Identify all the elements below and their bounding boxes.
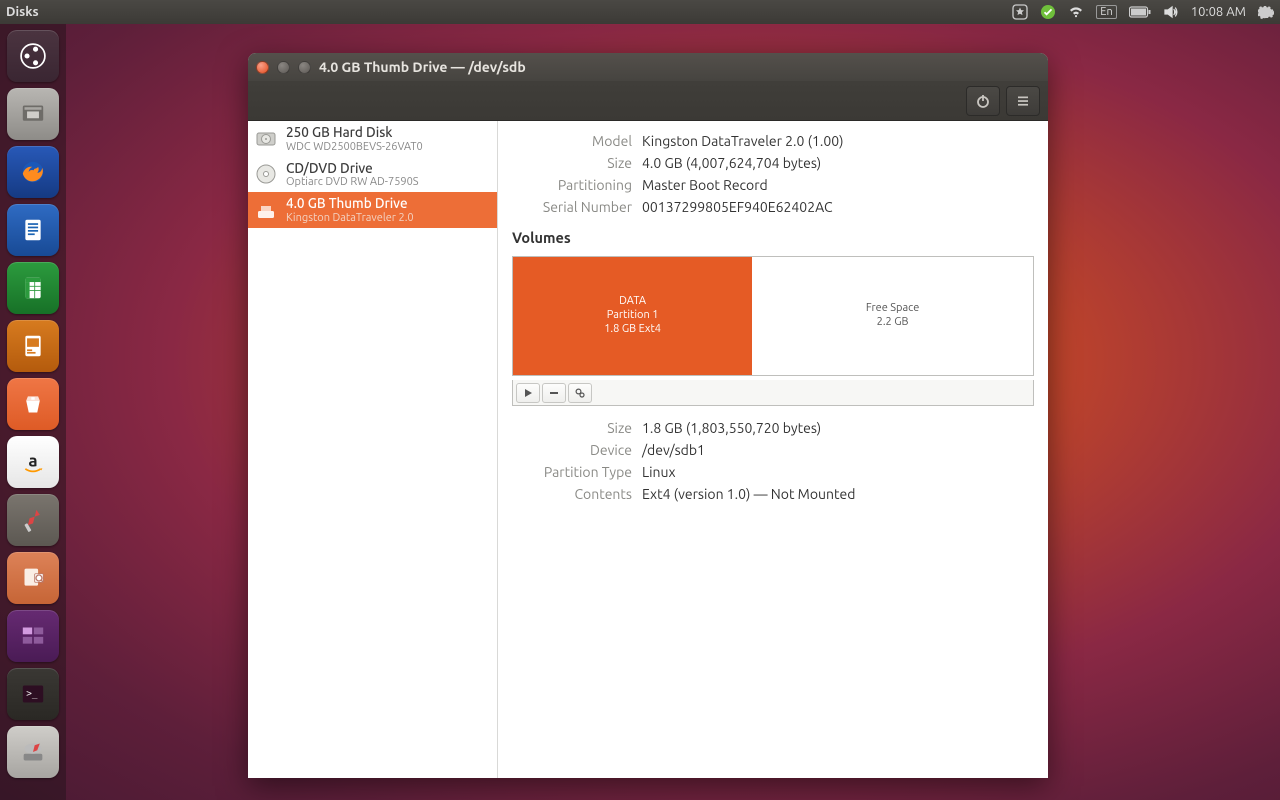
value-serial: 00137299805EF940E62402AC [642,199,1034,215]
launcher-workspaces[interactable] [7,610,59,662]
launcher-dash[interactable] [7,30,59,82]
volumes-heading: Volumes [512,229,1034,246]
value-vol-device: /dev/sdb1 [642,442,1034,458]
drive-subtitle: Optiarc DVD RW AD-7590S [286,176,419,188]
star-indicator-icon[interactable] [1012,4,1028,20]
vol-data-sub2: 1.8 GB Ext4 [604,323,661,337]
label-vol-ptype: Partition Type [512,464,632,480]
launcher-firefox[interactable] [7,146,59,198]
drive-usb[interactable]: 4.0 GB Thumb DriveKingston DataTraveler … [248,192,497,228]
launcher-impress[interactable] [7,320,59,372]
vol-free-sub1: 2.2 GB [877,316,909,330]
label-vol-device: Device [512,442,632,458]
value-vol-ptype: Linux [642,464,1034,480]
clock[interactable]: 10:08 AM [1191,5,1246,19]
unity-launcher: a >_ [0,24,66,800]
gear-session-icon[interactable] [1258,4,1274,20]
disks-window: 4.0 GB Thumb Drive — /dev/sdb 250 GB Har… [248,53,1048,778]
menu-button[interactable] [1006,86,1040,116]
svg-text:a: a [28,451,37,470]
vol-data-title: DATA [619,295,646,309]
launcher-writer[interactable] [7,204,59,256]
drive-subtitle: WDC WD2500BEVS-26VAT0 [286,141,423,153]
window-close-button[interactable] [256,61,269,74]
label-serial: Serial Number [512,199,632,215]
wifi-icon[interactable] [1068,4,1084,20]
launcher-software[interactable] [7,378,59,430]
volume-toolbar [512,380,1034,406]
launcher-amazon[interactable]: a [7,436,59,488]
drive-hdd[interactable]: 250 GB Hard DiskWDC WD2500BEVS-26VAT0 [248,121,497,157]
window-title: 4.0 GB Thumb Drive — /dev/sdb [319,59,526,75]
vol-data-sub1: Partition 1 [607,309,659,323]
launcher-help[interactable] [7,552,59,604]
power-button[interactable] [966,86,1000,116]
launcher-settings[interactable] [7,494,59,546]
hdd-icon [254,127,278,151]
partition-options-button[interactable] [568,383,592,403]
window-minimize-button[interactable] [277,61,290,74]
updates-indicator-icon[interactable] [1040,4,1056,20]
main-pane: Model Kingston DataTraveler 2.0 (1.00) S… [498,121,1048,778]
label-size: Size [512,155,632,171]
label-partitioning: Partitioning [512,177,632,193]
cd-icon [254,162,278,186]
value-size: 4.0 GB (4,007,624,704 bytes) [642,155,1034,171]
launcher-calc[interactable] [7,262,59,314]
indicator-area: En 10:08 AM [1012,4,1274,20]
value-model: Kingston DataTraveler 2.0 (1.00) [642,133,1034,149]
drive-subtitle: Kingston DataTraveler 2.0 [286,212,414,224]
drive-optical[interactable]: CD/DVD DriveOptiarc DVD RW AD-7590S [248,157,497,193]
label-model: Model [512,133,632,149]
window-maximize-button[interactable] [298,61,311,74]
top-menubar: Disks En 10:08 AM [0,0,1280,24]
sound-icon[interactable] [1163,4,1179,20]
volume-segment-free[interactable]: Free Space 2.2 GB [752,257,1033,375]
label-vol-size: Size [512,420,632,436]
launcher-files[interactable] [7,88,59,140]
launcher-terminal[interactable]: >_ [7,668,59,720]
launcher-disks[interactable] [7,726,59,778]
keyboard-lang-indicator[interactable]: En [1096,5,1116,19]
value-vol-size: 1.8 GB (1,803,550,720 bytes) [642,420,1034,436]
header-toolbar [248,81,1048,121]
svg-text:>_: >_ [26,689,38,700]
volumes-diagram: DATA Partition 1 1.8 GB Ext4 Free Space … [512,256,1034,376]
battery-icon[interactable] [1129,6,1151,18]
value-partitioning: Master Boot Record [642,177,1034,193]
vol-free-title: Free Space [866,302,919,316]
drive-title: 250 GB Hard Disk [286,125,423,141]
app-title: Disks [6,5,39,19]
label-vol-contents: Contents [512,486,632,502]
value-vol-contents: Ext4 (version 1.0) — Not Mounted [642,486,1034,502]
delete-partition-button[interactable] [542,383,566,403]
drive-title: CD/DVD Drive [286,161,419,177]
volume-segment-data[interactable]: DATA Partition 1 1.8 GB Ext4 [513,257,752,375]
drive-title: 4.0 GB Thumb Drive [286,196,414,212]
drives-sidebar: 250 GB Hard DiskWDC WD2500BEVS-26VAT0 CD… [248,121,498,778]
usb-icon [254,198,278,222]
window-titlebar[interactable]: 4.0 GB Thumb Drive — /dev/sdb [248,53,1048,81]
mount-button[interactable] [516,383,540,403]
